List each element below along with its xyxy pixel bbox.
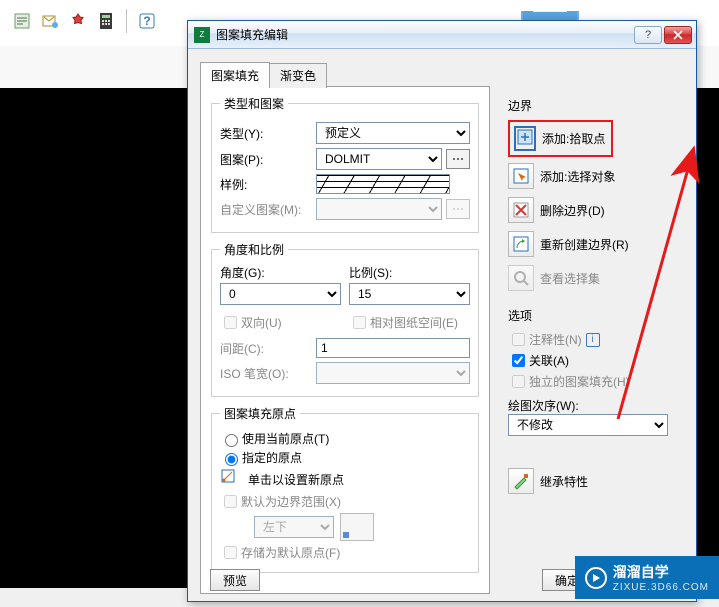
label-specify: 指定的原点 <box>242 449 302 466</box>
label-pattern: 图案(P): <box>220 151 310 168</box>
label-draw-order: 绘图次序(W): <box>508 397 680 414</box>
tab-panel-hatch: 类型和图案 类型(Y): 预定义 图案(P): DOL <box>200 86 490 594</box>
app-icon: Z <box>194 27 210 43</box>
checkbox-paperspace <box>353 316 366 329</box>
label-add-select-objects[interactable]: 添加:选择对象 <box>540 168 615 185</box>
select-isopen <box>316 362 470 384</box>
select-type[interactable]: 预定义 <box>316 122 470 144</box>
select-scale[interactable]: 15 <box>349 283 470 305</box>
add-select-objects-icon[interactable] <box>508 163 534 189</box>
legend-options: 选项 <box>508 307 680 324</box>
tab-strip: 图案填充 渐变色 <box>200 61 490 86</box>
input-spacing[interactable] <box>316 338 470 358</box>
select-pattern[interactable]: DOLMIT <box>316 148 442 170</box>
fieldset-type-pattern: 类型和图案 类型(Y): 预定义 图案(P): DOL <box>211 95 479 233</box>
label-separate: 独立的图案填充(H) <box>529 373 630 390</box>
label-associative: 关联(A) <box>529 352 569 369</box>
legend-type-pattern: 类型和图案 <box>220 95 288 112</box>
checkbox-separate <box>512 375 525 388</box>
select-origin-pos: 左下 <box>254 516 334 538</box>
fieldset-angle-scale: 角度和比例 角度(G): 0 比例(S): 15 <box>211 241 479 397</box>
dialog-body: 图案填充 渐变色 类型和图案 类型(Y): 预定义 图案( <box>188 49 696 601</box>
toolbar-icon-3[interactable] <box>64 7 92 35</box>
toolbar-icon-2[interactable] <box>36 7 64 35</box>
window-buttons: ? <box>634 26 692 44</box>
add-pick-points-icon[interactable] <box>514 126 536 151</box>
titlebar: Z 图案填充编辑 ? <box>188 21 696 49</box>
watermark-name: 溜溜自学 <box>613 564 669 580</box>
label-angle: 角度(G): <box>220 264 341 281</box>
highlighted-add-pick-points: 添加:拾取点 <box>508 120 613 157</box>
help-button[interactable]: ? <box>634 26 662 44</box>
pick-origin-icon[interactable] <box>220 468 242 490</box>
label-use-current: 使用当前原点(T) <box>242 430 329 447</box>
label-remove-boundary[interactable]: 删除边界(D) <box>540 202 605 219</box>
tab-container: 图案填充 渐变色 类型和图案 类型(Y): 预定义 图案( <box>200 61 490 594</box>
pattern-browse-button[interactable] <box>446 149 470 169</box>
select-custom <box>316 198 442 220</box>
label-annotative: 注释性(N) <box>529 331 582 348</box>
checkbox-default-boundary <box>224 495 237 508</box>
info-icon[interactable]: i <box>586 333 600 347</box>
remove-boundary-icon[interactable] <box>508 197 534 223</box>
label-scale: 比例(S): <box>349 264 470 281</box>
dialog-title: 图案填充编辑 <box>216 26 634 43</box>
watermark-play-icon <box>585 567 607 589</box>
checkbox-annotative <box>512 333 525 346</box>
watermark-sub: ZIXUE.3D66.COM <box>613 582 709 593</box>
select-draw-order[interactable]: 不修改 <box>508 414 668 436</box>
hatch-edit-dialog: Z 图案填充编辑 ? 图案填充 渐变色 类型和图案 类型(Y): <box>187 20 697 602</box>
radio-specify[interactable] <box>225 453 238 466</box>
tab-hatch[interactable]: 图案填充 <box>200 62 270 87</box>
label-add-pick-points[interactable]: 添加:拾取点 <box>542 130 605 147</box>
canvas-black-right <box>694 88 719 588</box>
label-spacing: 间距(C): <box>220 340 310 357</box>
label-inherit-props[interactable]: 继承特性 <box>540 473 588 490</box>
legend-angle-scale: 角度和比例 <box>220 241 288 258</box>
origin-preview <box>340 513 374 541</box>
radio-use-current[interactable] <box>225 434 238 447</box>
tab-gradient[interactable]: 渐变色 <box>269 63 327 88</box>
label-custom: 自定义图案(M): <box>220 201 310 218</box>
legend-boundary: 边界 <box>508 97 680 114</box>
label-store-default: 存储为默认原点(F) <box>241 544 340 561</box>
pattern-swatch[interactable] <box>316 174 450 194</box>
app-toolbar: ? <box>0 0 169 42</box>
checkbox-double <box>224 316 237 329</box>
label-type: 类型(Y): <box>220 125 310 142</box>
label-double: 双向(U) <box>241 314 282 331</box>
canvas-black-left <box>0 88 190 588</box>
svg-text:?: ? <box>143 14 150 28</box>
view-selection-icon <box>508 265 534 291</box>
legend-origin: 图案填充原点 <box>220 405 300 422</box>
label-default-boundary: 默认为边界范围(X) <box>241 493 341 510</box>
custom-browse-button <box>446 199 470 219</box>
label-isopen: ISO 笔宽(O): <box>220 365 310 382</box>
toolbar-calculator-icon[interactable] <box>92 7 120 35</box>
toolbar-separator <box>126 9 127 33</box>
checkbox-associative[interactable] <box>512 354 525 367</box>
label-paperspace: 相对图纸空间(E) <box>370 314 458 331</box>
label-view-selection: 查看选择集 <box>540 270 600 287</box>
label-recreate-boundary[interactable]: 重新创建边界(R) <box>540 236 629 253</box>
inherit-props-icon[interactable] <box>508 468 534 494</box>
toolbar-help-icon[interactable]: ? <box>133 7 161 35</box>
right-column: 边界 添加:拾取点 添加:选择对象 删除边界(D) <box>508 93 680 500</box>
label-pick-new: 单击以设置新原点 <box>248 471 344 488</box>
select-angle[interactable]: 0 <box>220 283 341 305</box>
checkbox-store-default <box>224 546 237 559</box>
recreate-boundary-icon[interactable] <box>508 231 534 257</box>
fieldset-origin: 图案填充原点 使用当前原点(T) 指定的原点 单击以设置新原点 <box>211 405 479 573</box>
toolbar-icon-1[interactable] <box>8 7 36 35</box>
watermark: 溜溜自学 ZIXUE.3D66.COM <box>575 556 719 599</box>
label-sample: 样例: <box>220 176 310 193</box>
preview-button[interactable]: 预览 <box>210 569 260 591</box>
close-button[interactable] <box>664 26 692 44</box>
